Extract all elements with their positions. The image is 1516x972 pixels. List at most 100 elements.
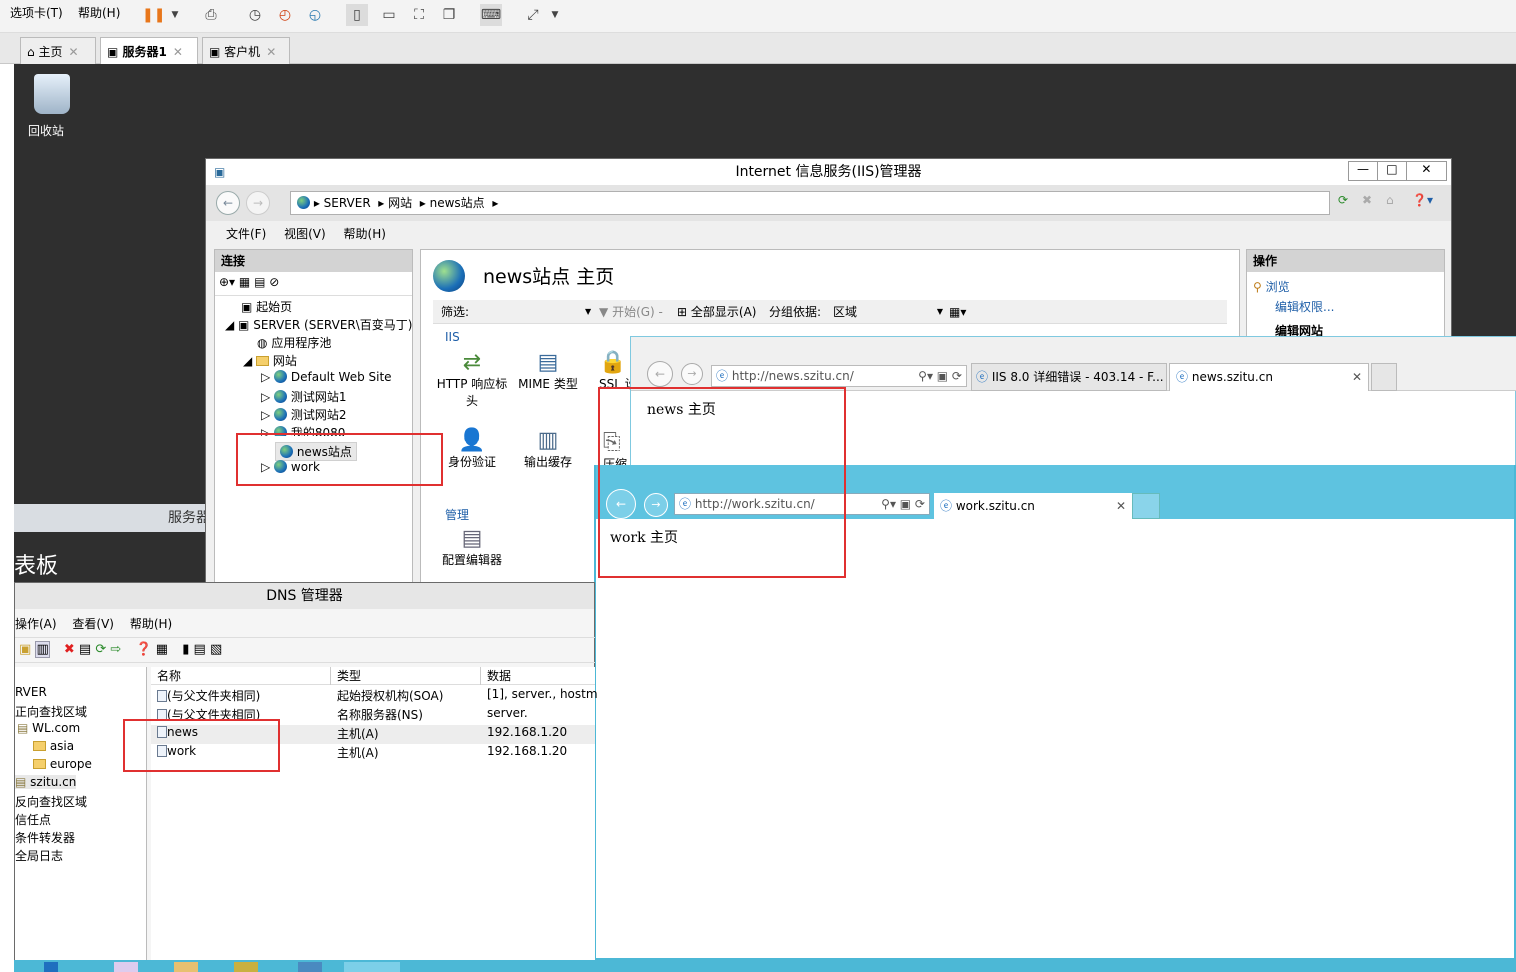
view-icon[interactable]: ▦▾ <box>949 300 966 324</box>
close-icon[interactable]: ✕ <box>68 45 78 59</box>
send-keys-icon[interactable]: ⎙ <box>200 4 222 26</box>
tree-conditional-forwarders[interactable]: 条件转发器 <box>15 829 75 846</box>
zone-icon[interactable]: ▤ <box>194 642 206 657</box>
taskbar-dns-icon[interactable] <box>298 962 322 972</box>
save-icon[interactable]: ▦ <box>239 275 250 289</box>
feature-config-editor[interactable]: ▤ 配置编辑器 <box>435 526 509 568</box>
home-icon[interactable]: ⌂ <box>1386 193 1394 207</box>
tree-europe[interactable]: europe <box>33 757 92 771</box>
start-icon[interactable] <box>44 962 58 972</box>
tree-forward-zones[interactable]: 正向查找区域 <box>15 703 87 720</box>
properties-icon[interactable]: ▤ <box>79 642 91 657</box>
tree-sites[interactable]: ◢ 网站 <box>243 352 297 369</box>
folder-icon[interactable]: ▣ <box>19 642 31 657</box>
filter-input[interactable] <box>483 303 593 320</box>
menu-view[interactable]: 查看(V) <box>72 617 114 631</box>
tab-client[interactable]: ▣ 客户机 ✕ <box>202 37 290 64</box>
column-name[interactable]: 名称 <box>151 667 331 685</box>
table-row[interactable]: (与父文件夹相同) 起始授权机构(SOA) [1], server., host… <box>151 687 598 706</box>
tree-default-site[interactable]: ▷ Default Web Site <box>261 370 392 384</box>
feature-mime[interactable]: ▤ MIME 类型 <box>511 350 585 392</box>
new-tab-button[interactable] <box>1371 363 1397 391</box>
tree-start-page[interactable]: ▣ 起始页 <box>241 298 292 315</box>
tab-server1[interactable]: ▣ 服务器1 ✕ <box>100 37 198 64</box>
ie-tab-work[interactable]: ⓔ work.szitu.cn ✕ <box>934 493 1132 519</box>
up-folder-icon[interactable]: ▤ <box>254 275 265 289</box>
ie-tab-news[interactable]: ⓔ news.szitu.cn ✕ <box>1169 363 1369 391</box>
menu-help[interactable]: 帮助(H) <box>78 4 120 21</box>
disconnect-icon[interactable]: ⊘ <box>269 275 279 289</box>
view-icon[interactable]: ▦ <box>156 642 168 657</box>
feature-http-headers[interactable]: ⇄ HTTP 响应标头 <box>435 350 509 409</box>
tree-app-pools[interactable]: ◍ 应用程序池 <box>257 334 331 351</box>
snapshot-manager-icon[interactable]: ◵ <box>304 4 326 26</box>
address-breadcrumb[interactable]: ▸ SERVER ▸ 网站 ▸ news站点 ▸ <box>290 191 1330 215</box>
close-icon[interactable]: ✕ <box>173 45 183 59</box>
fullscreen-icon[interactable]: ⛶ <box>408 4 430 26</box>
console-icon[interactable]: ⌨ <box>480 4 502 26</box>
stretch-icon[interactable]: ⤢ <box>522 4 544 26</box>
help-icon[interactable]: ❓ <box>135 642 151 657</box>
close-icon[interactable]: ✕ <box>266 45 276 59</box>
export-icon[interactable]: ⇨ <box>110 642 121 657</box>
filter-start-button[interactable]: ▼ 开始(G) - <box>599 300 663 324</box>
revert-icon[interactable]: ◴ <box>274 4 296 26</box>
taskbar-ie-icon[interactable] <box>344 962 400 972</box>
server-icon[interactable]: ▮ <box>182 642 189 657</box>
taskbar-iis-icon[interactable] <box>234 962 258 972</box>
tree-trust-points[interactable]: 信任点 <box>15 811 51 828</box>
record-icon[interactable]: ▧ <box>210 642 222 657</box>
forward-icon[interactable]: → <box>681 363 703 385</box>
feature-ssl[interactable]: 🔒 SSL 设 <box>599 350 633 392</box>
layout-sidebar-icon[interactable]: ▯ <box>346 4 368 26</box>
tree-server[interactable]: ◢ ▣ SERVER (SERVER\百变马丁) <box>225 316 412 333</box>
close-icon[interactable]: ✕ <box>1407 162 1446 180</box>
menu-view[interactable]: 视图(V) <box>284 227 326 241</box>
tree-test-site2[interactable]: ▷ 测试网站2 <box>261 406 347 423</box>
delete-icon[interactable]: ✖ <box>64 642 75 657</box>
tree-asia[interactable]: asia <box>33 739 74 753</box>
back-icon[interactable]: ← <box>647 361 673 387</box>
connect-icon[interactable]: ⊕▾ <box>219 275 235 289</box>
refresh-icon[interactable]: ⟳ <box>1338 193 1348 207</box>
chevron-down-icon[interactable]: ▼ <box>164 4 186 26</box>
menu-tab[interactable]: 选项卡(T) <box>10 4 63 21</box>
feature-auth[interactable]: 👤 身份验证 <box>435 428 509 470</box>
chevron-down-icon[interactable]: ▼ <box>544 4 566 26</box>
tree-global-logs[interactable]: 全局日志 <box>15 847 63 864</box>
pause-icon[interactable]: ❚❚ <box>142 4 165 26</box>
forward-icon[interactable]: → <box>246 191 270 215</box>
unity-icon[interactable]: ❐ <box>438 4 460 26</box>
column-data[interactable]: 数据 <box>481 667 595 685</box>
feature-output-cache[interactable]: ▥ 输出缓存 <box>511 428 585 470</box>
edit-permissions-link[interactable]: 编辑权限... <box>1275 298 1334 315</box>
menu-action[interactable]: 操作(A) <box>15 617 57 631</box>
close-icon[interactable]: ✕ <box>1116 493 1126 519</box>
stop-icon[interactable]: ✖ <box>1362 193 1372 207</box>
show-all-button[interactable]: ⊞ 全部显示(A) <box>677 300 756 324</box>
tab-home[interactable]: ⌂ 主页 ✕ <box>20 37 96 64</box>
group-select[interactable]: 区域 ▼ <box>833 300 943 324</box>
maximize-icon[interactable]: □ <box>1378 162 1407 180</box>
ie-tab-error[interactable]: ⓔ IIS 8.0 详细错误 - 403.14 - F... <box>971 363 1167 391</box>
browse-link[interactable]: ⚲ 浏览 <box>1253 278 1290 295</box>
tree-szitu[interactable]: ▤ szitu.cn <box>15 775 77 789</box>
close-icon[interactable]: ✕ <box>1352 364 1362 390</box>
tree-server[interactable]: RVER <box>15 685 47 699</box>
back-icon[interactable]: ← <box>216 191 240 215</box>
show-tree-icon[interactable]: ▥ <box>35 641 50 658</box>
menu-file[interactable]: 文件(F) <box>226 227 266 241</box>
tree-wl-com[interactable]: ▤ WL.com <box>17 721 80 735</box>
taskbar-app-icon[interactable] <box>114 962 138 972</box>
menu-help[interactable]: 帮助(H) <box>344 227 386 241</box>
menu-help[interactable]: 帮助(H) <box>130 617 172 631</box>
refresh-icon[interactable]: ⟳ <box>95 642 106 657</box>
search-icon[interactable]: ⚲▾ ▣ ⟳ <box>918 366 962 386</box>
search-icon[interactable]: ⚲▾ ▣ ⟳ <box>881 494 925 514</box>
chevron-down-icon[interactable]: ▼ <box>585 300 591 324</box>
address-bar[interactable]: ⓔ http://news.szitu.cn/⚲▾ ▣ ⟳ <box>711 365 967 387</box>
recycle-bin-icon[interactable] <box>34 74 70 114</box>
snapshot-icon[interactable]: ◷ <box>244 4 266 26</box>
help-icon[interactable]: ❓▾ <box>1412 193 1433 207</box>
tree-test-site1[interactable]: ▷ 测试网站1 <box>261 388 347 405</box>
